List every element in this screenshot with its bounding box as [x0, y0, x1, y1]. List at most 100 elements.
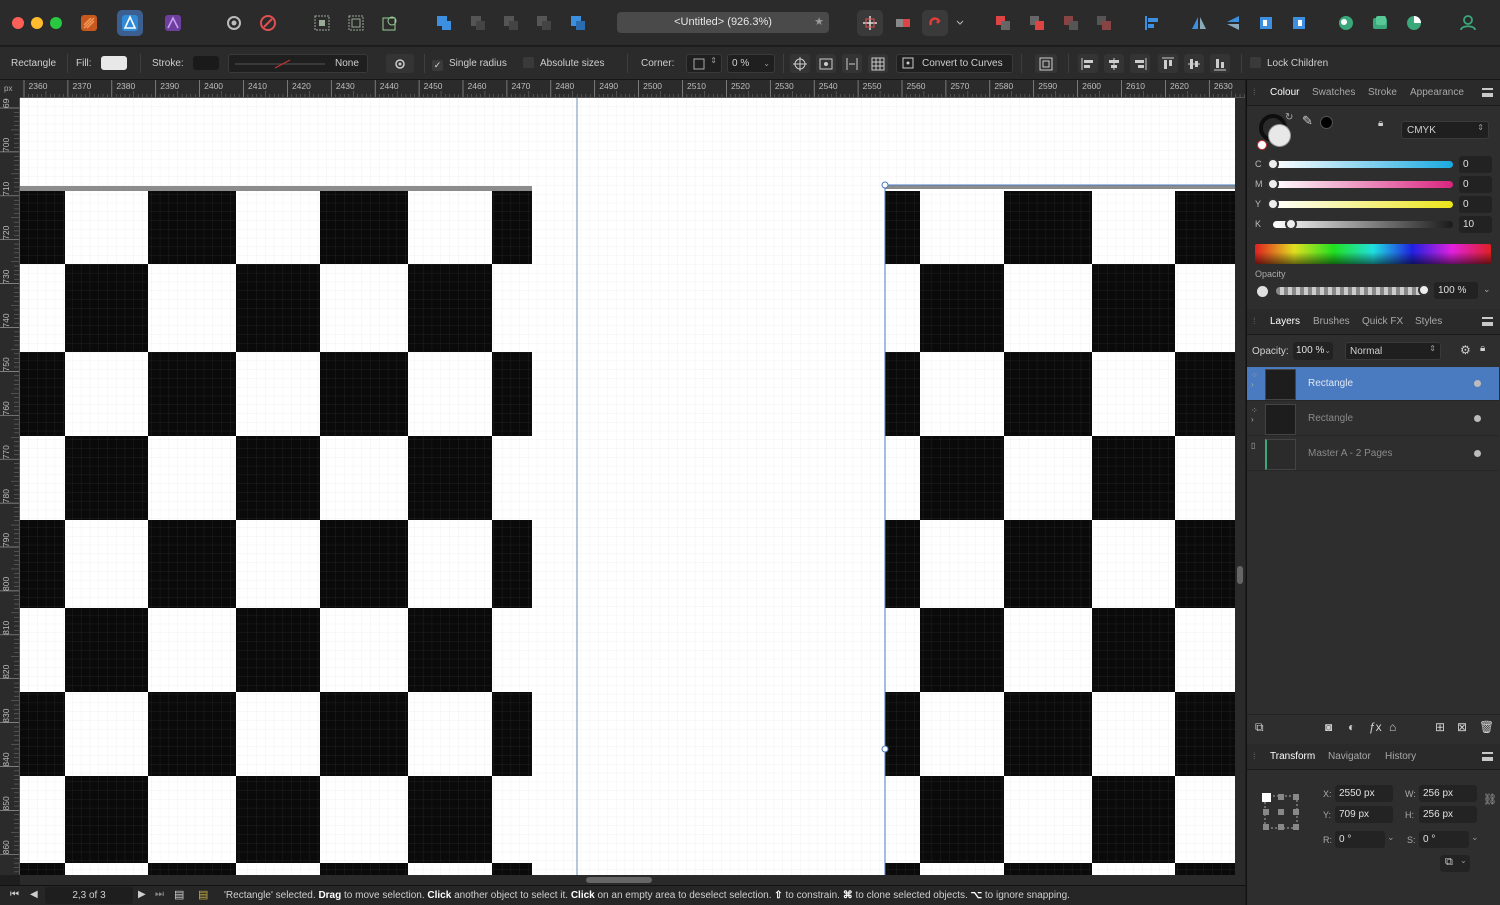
boolean-xor-icon[interactable]	[531, 10, 557, 36]
tab-transform[interactable]: Transform	[1270, 744, 1315, 770]
layer-opacity-field[interactable]: 100 % ⌄	[1293, 342, 1333, 360]
stroke-settings-gear-icon[interactable]	[386, 54, 414, 73]
tab-styles[interactable]: Styles	[1415, 309, 1442, 335]
tab-appearance[interactable]: Appearance	[1410, 80, 1464, 106]
anchor-point-selector[interactable]	[1261, 792, 1301, 832]
clip-canvas-icon[interactable]	[343, 10, 369, 36]
picked-colour-swatch[interactable]	[1320, 116, 1333, 129]
panel-menu-icon[interactable]	[1482, 317, 1493, 326]
tab-history[interactable]: History	[1385, 744, 1416, 770]
channel-value-c[interactable]: 0	[1459, 156, 1492, 173]
channel-slider-knob[interactable]	[1285, 218, 1297, 230]
minimize-window-button[interactable]	[31, 17, 43, 29]
align-middle-icon[interactable]	[1184, 54, 1204, 73]
artboard[interactable]	[20, 98, 1235, 875]
corner-type-dropdown[interactable]: ⇕	[686, 54, 722, 73]
grid-options-icon[interactable]	[868, 54, 888, 73]
channel-value-y[interactable]: 0	[1459, 196, 1492, 213]
channel-slider-knob[interactable]	[1267, 198, 1279, 210]
tab-swatches[interactable]: Swatches	[1312, 80, 1355, 106]
boolean-divide-icon[interactable]	[565, 10, 591, 36]
x-field[interactable]: 2550 px	[1335, 785, 1393, 802]
lock-children-checkbox[interactable]: Lock Children	[1250, 47, 1328, 80]
tab-stroke[interactable]: Stroke	[1368, 80, 1397, 106]
rotate-left-icon[interactable]	[1253, 10, 1279, 36]
layer-row[interactable]: ▯ Master A - 2 Pages	[1247, 437, 1499, 471]
live-filter-icon[interactable]: ⌂	[1389, 720, 1396, 734]
first-page-icon[interactable]: ⏮	[10, 889, 19, 900]
none-colour-icon[interactable]	[1257, 140, 1267, 150]
account-user-icon[interactable]	[1455, 10, 1481, 36]
align-top-icon[interactable]	[1158, 54, 1178, 73]
selection-handle-top-left[interactable]	[881, 181, 889, 189]
panel-menu-icon[interactable]	[1482, 88, 1493, 97]
horizontal-scrollbar[interactable]	[20, 875, 1245, 885]
horizontal-ruler[interactable]: 2360 2370 2380 2390 2400 2410 2420 2430 2440 2450…	[20, 80, 1245, 98]
shear-field[interactable]: 0 °	[1419, 831, 1469, 848]
corner-radius-field[interactable]: 0 % ⌄	[727, 54, 775, 73]
channel-slider-m[interactable]	[1267, 178, 1453, 190]
layer-visibility-icon[interactable]	[1474, 415, 1481, 422]
move-forward-icon[interactable]	[1024, 10, 1050, 36]
channel-value-k[interactable]: 10	[1459, 216, 1492, 233]
channel-slider-c[interactable]	[1267, 158, 1453, 170]
expand-layer-chevron-icon[interactable]: ⁘ ›	[1251, 371, 1258, 389]
move-back-icon[interactable]	[1058, 10, 1084, 36]
photo-persona-icon[interactable]	[160, 10, 186, 36]
snapping-icon[interactable]	[255, 10, 281, 36]
view-mode-icon[interactable]	[309, 10, 335, 36]
fx-icon[interactable]: ƒx	[1369, 720, 1382, 734]
channel-slider-knob[interactable]	[1267, 178, 1279, 190]
single-radius-checkbox[interactable]: ✓ Single radius	[432, 47, 507, 80]
transform-options-button[interactable]: ⧉ ⌄	[1440, 855, 1470, 872]
align-right-icon[interactable]	[1130, 54, 1150, 73]
blend-mode-dropdown[interactable]: Normal ⇕	[1345, 342, 1441, 360]
group-icon[interactable]: ⊠	[1457, 720, 1467, 734]
align-left-icon[interactable]	[1078, 54, 1098, 73]
colour-spectrum[interactable]	[1255, 244, 1491, 264]
y-field[interactable]: 709 px	[1335, 806, 1393, 823]
preview-icon[interactable]	[890, 10, 916, 36]
scale-with-object-icon[interactable]	[816, 54, 836, 73]
boolean-add-icon[interactable]	[431, 10, 457, 36]
next-page-icon[interactable]: ▶	[138, 889, 146, 900]
chevron-down-icon[interactable]: ⌄	[1483, 284, 1491, 295]
align-center-icon[interactable]	[1104, 54, 1124, 73]
layer-settings-gear-icon[interactable]: ⚙	[1460, 343, 1471, 357]
panel-menu-icon[interactable]	[1482, 752, 1493, 761]
layer-row[interactable]: ⁘ › Rectangle	[1247, 402, 1499, 436]
vertical-scrollbar[interactable]	[1235, 98, 1245, 875]
channel-value-m[interactable]: 0	[1459, 176, 1492, 193]
expand-layer-chevron-icon[interactable]: ⁘ ›	[1251, 406, 1258, 424]
stroke-swatch[interactable]	[193, 56, 219, 70]
tab-quick-fx[interactable]: Quick FX	[1362, 309, 1403, 335]
assistant-icon[interactable]	[1333, 10, 1359, 36]
fill-swatch[interactable]	[101, 56, 127, 70]
swap-icon[interactable]: ↻	[1285, 112, 1293, 123]
master-page-icon[interactable]: ▯	[1251, 441, 1255, 450]
absolute-sizes-checkbox[interactable]: Absolute sizes	[523, 47, 604, 80]
stroke-style-dropdown[interactable]: None	[228, 54, 368, 73]
arrange-layers-icon[interactable]: ⧉	[1255, 720, 1264, 735]
bounding-box-icon[interactable]	[842, 54, 862, 73]
snapping-options-chevron-down-icon[interactable]	[953, 10, 967, 36]
chevron-down-icon[interactable]: ⌄	[1471, 832, 1479, 843]
w-field[interactable]: 256 px	[1419, 785, 1477, 802]
flip-vertical-icon[interactable]	[1220, 10, 1246, 36]
add-mask-icon[interactable]: ◙	[1325, 720, 1332, 734]
colour-picker-icon[interactable]	[1401, 10, 1427, 36]
layer-row[interactable]: ⁘ › Rectangle	[1247, 367, 1499, 401]
colour-model-dropdown[interactable]: CMYK ⇕	[1401, 121, 1489, 139]
last-page-icon[interactable]: ⏭	[155, 889, 164, 900]
link-aspect-ratio-icon[interactable]: ⛓	[1483, 793, 1497, 806]
flip-horizontal-icon[interactable]	[1186, 10, 1212, 36]
close-window-button[interactable]	[12, 17, 24, 29]
tab-colour[interactable]: Colour	[1270, 80, 1299, 106]
rotation-field[interactable]: 0 °	[1335, 831, 1385, 848]
opacity-slider[interactable]	[1276, 284, 1430, 296]
opacity-value-field[interactable]: 100 %	[1434, 282, 1478, 299]
align-bottom-icon[interactable]	[1210, 54, 1230, 73]
chevron-down-icon[interactable]: ⌄	[1387, 832, 1395, 843]
boolean-intersect-icon[interactable]	[498, 10, 524, 36]
lock-icon[interactable]: 🔒︎	[1480, 343, 1485, 354]
